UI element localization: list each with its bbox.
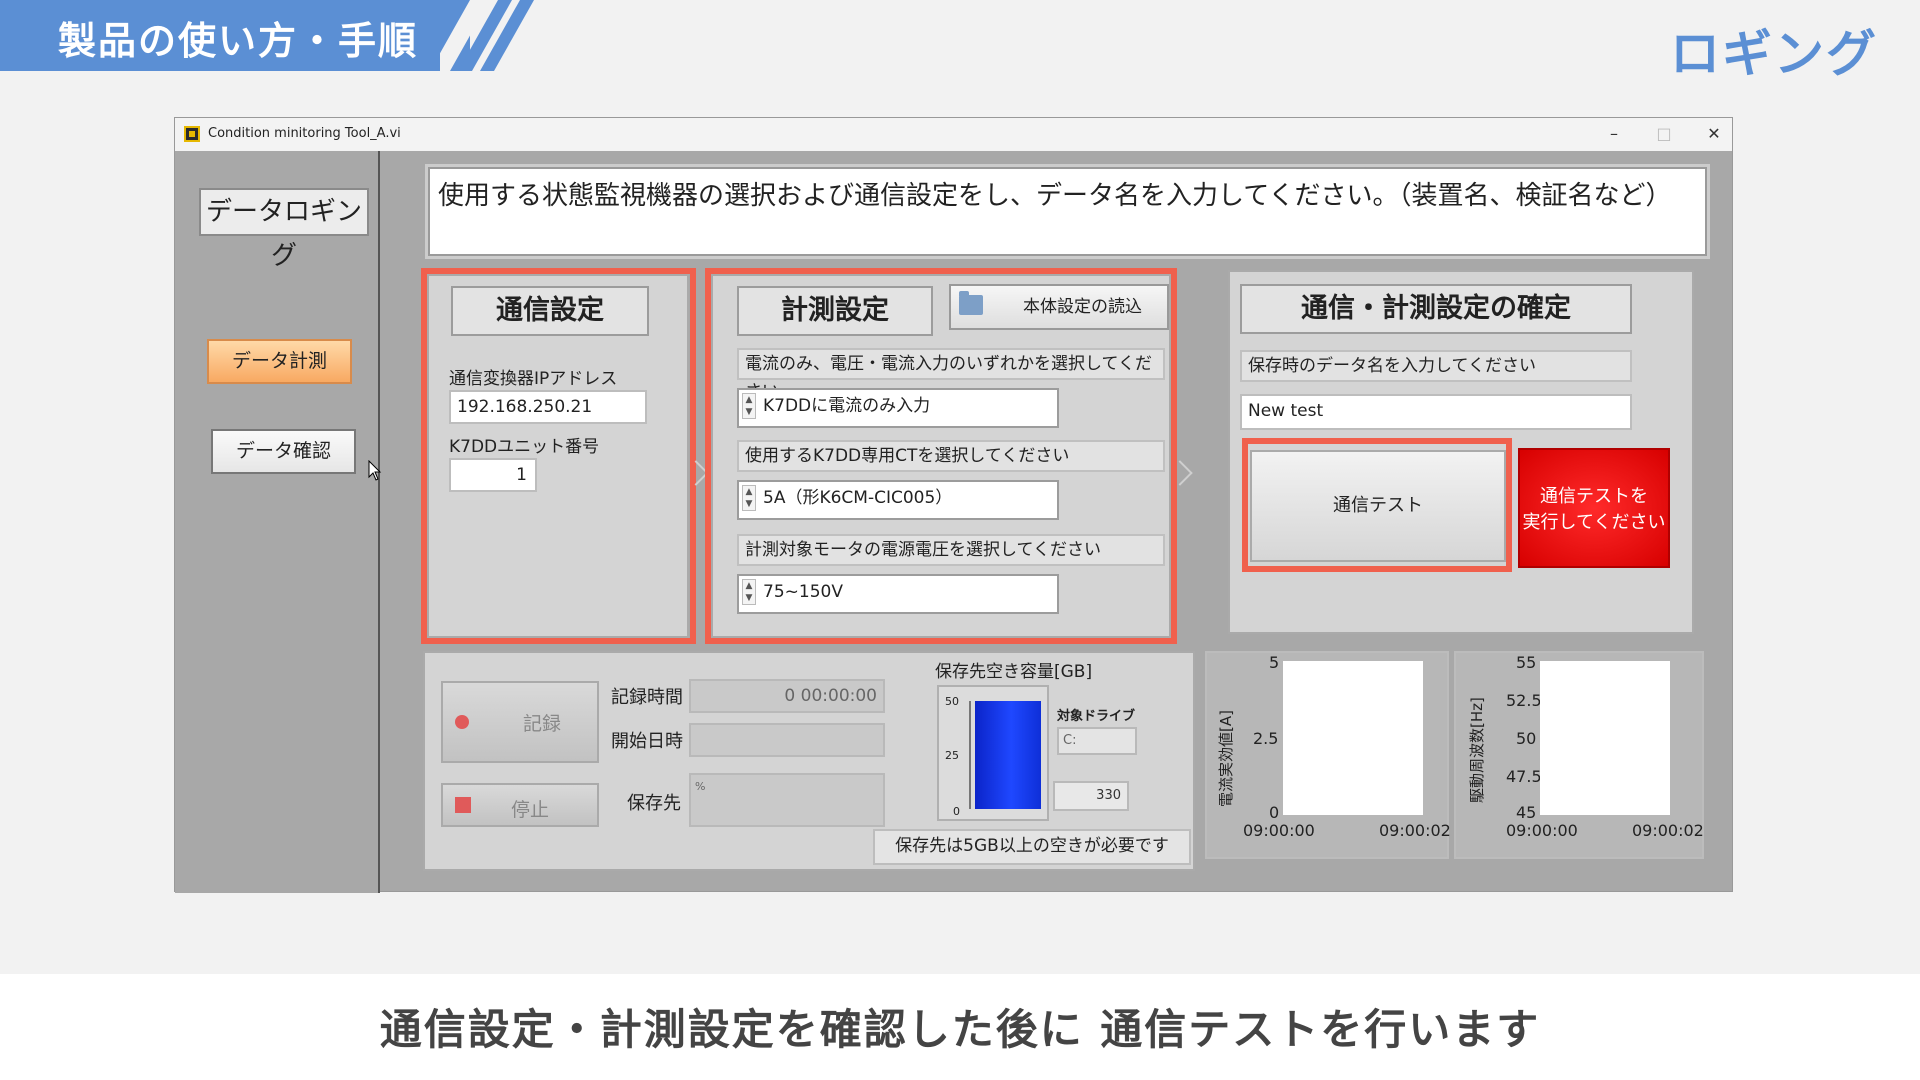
save-dest-field[interactable]: % <box>689 773 885 827</box>
frequency-axis-title: 駆動周波数[Hz] <box>1468 697 1486 803</box>
slide-section-label: ロギング <box>1670 25 1878 83</box>
frequency-x-tick-start: 09:00:00 <box>1506 821 1578 840</box>
current-chart-panel: 電流実効値[A] 5 2.5 0 09:00:00 09:00:02 <box>1205 651 1451 859</box>
mouse-cursor-icon <box>368 460 382 481</box>
free-space-gauge: 50 25 0 <box>937 685 1049 821</box>
record-button-label: 記録 <box>523 713 562 735</box>
data-name-field[interactable]: New test <box>1240 394 1632 430</box>
maximize-button[interactable]: □ <box>1644 121 1684 147</box>
frequency-y-tick-55: 55 <box>1516 653 1537 672</box>
frequency-plot-area[interactable] <box>1540 661 1670 815</box>
record-button[interactable]: 記録 <box>441 681 599 763</box>
minimize-button[interactable]: – <box>1594 121 1634 147</box>
recording-panel: 記録 停止 記録時間 0 00:00:00 開始日時 保存先 % 保存先空き容量… <box>423 651 1195 871</box>
gauge-tick-25: 25 <box>945 749 959 762</box>
record-dot-icon <box>455 715 469 729</box>
banner-stripes-decoration <box>440 0 534 71</box>
frequency-y-tick-52-5: 52.5 <box>1506 691 1542 710</box>
current-plot-area[interactable] <box>1283 661 1423 815</box>
stop-button[interactable]: 停止 <box>441 783 599 827</box>
target-drive-label: 対象ドライブ <box>1057 709 1136 724</box>
window-title: Condition minitoring Tool_A.vi <box>208 126 401 141</box>
free-space-note: 保存先は5GB以上の空きが必要です <box>873 829 1191 865</box>
labview-vi-icon <box>184 126 200 142</box>
meas-settings-highlight <box>705 268 1177 644</box>
rec-time-field: 0 00:00:00 <box>689 679 885 713</box>
current-x-tick-end: 09:00:02 <box>1379 821 1451 840</box>
slide-title: 製品の使い方・手順 <box>58 19 419 63</box>
free-space-label: 保存先空き容量[GB] <box>935 662 1093 682</box>
comm-test-highlight <box>1242 438 1512 572</box>
sidebar-title: データロギング <box>199 188 369 271</box>
comm-test-indicator: 通信テストを 実行してください <box>1518 448 1670 568</box>
current-axis-title: 電流実効値[A] <box>1217 710 1235 807</box>
gauge-tick-0: 0 <box>953 805 960 818</box>
frequency-y-tick-45: 45 <box>1516 803 1537 822</box>
instruction-message: 使用する状態監視機器の選択および通信設定をし、データ名を入力してください。（装置… <box>425 164 1710 259</box>
stop-square-icon <box>455 797 471 813</box>
data-name-prompt: 保存時のデータ名を入力してください <box>1240 350 1632 382</box>
app-window: Condition minitoring Tool_A.vi – □ ✕ データ… <box>174 117 1733 893</box>
sidebar-item-data-confirm[interactable]: データ確認 <box>211 429 356 474</box>
current-x-tick-start: 09:00:00 <box>1243 821 1315 840</box>
sidebar: データロギング データ計測 データ確認 <box>175 151 380 893</box>
frequency-y-tick-47-5: 47.5 <box>1506 767 1542 786</box>
frequency-x-tick-end: 09:00:02 <box>1632 821 1704 840</box>
save-dest-label: 保存先 <box>627 793 681 814</box>
frequency-chart-panel: 駆動周波数[Hz] 55 52.5 50 47.5 45 09:00:00 09… <box>1454 651 1704 859</box>
confirm-header: 通信・計測設定の確定 <box>1240 284 1632 334</box>
indicator-line-1: 通信テストを <box>1540 486 1648 507</box>
frequency-y-tick-50: 50 <box>1516 729 1537 748</box>
indicator-line-2: 実行してください <box>1522 512 1666 533</box>
comm-settings-highlight <box>421 268 696 644</box>
slide-title-banner: 製品の使い方・手順 <box>0 0 470 71</box>
gauge-tick-50: 50 <box>945 695 959 708</box>
current-y-tick-bottom: 0 <box>1269 803 1280 822</box>
free-space-fill <box>975 701 1041 809</box>
slide-caption: 通信設定・計測設定を確認した後に 通信テストを行います <box>379 1005 1541 1054</box>
stop-button-label: 停止 <box>511 799 550 821</box>
start-datetime-field <box>689 723 885 757</box>
window-titlebar[interactable]: Condition minitoring Tool_A.vi – □ ✕ <box>175 118 1732 151</box>
rec-time-label: 記録時間 <box>611 687 683 708</box>
close-button[interactable]: ✕ <box>1694 121 1734 147</box>
sidebar-item-data-measure[interactable]: データ計測 <box>207 339 352 384</box>
current-y-tick-mid: 2.5 <box>1253 729 1279 748</box>
current-y-tick-top: 5 <box>1269 653 1280 672</box>
target-drive-field[interactable]: C: <box>1057 727 1137 755</box>
free-space-value: 330 <box>1053 781 1129 811</box>
start-datetime-label: 開始日時 <box>611 731 683 752</box>
